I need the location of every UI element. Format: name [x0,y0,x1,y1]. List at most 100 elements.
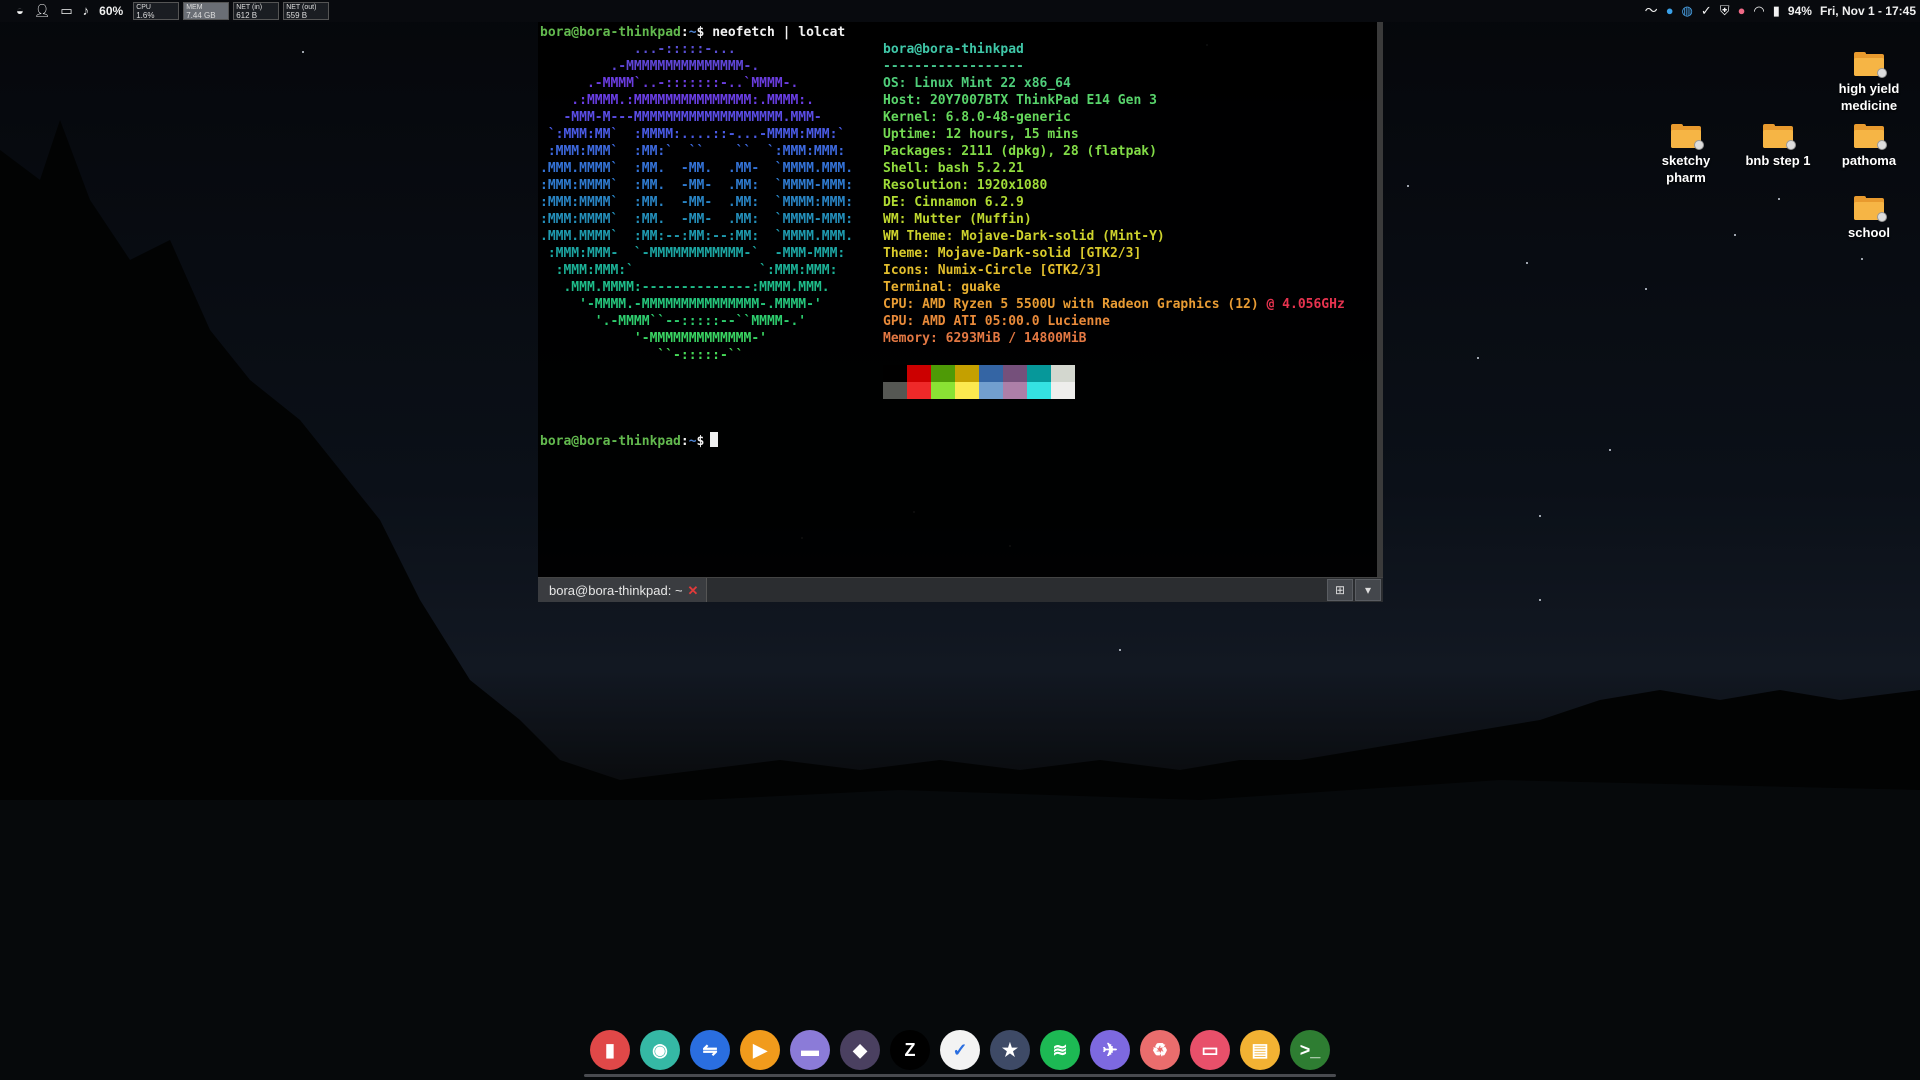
panel-left: ◒ 👤︎ ▭ ♪ 60% CPU 1.6% MEM 7.44 GB NET (in)… [0,0,330,22]
mem-label: MEM [186,4,203,11]
folder-icon [1854,124,1887,150]
ascii-line: :MMM:MMM- `-MMMMMMMMMMMM-` -MMM-MMM: [540,246,846,261]
color-swatch [883,382,907,399]
ascii-line: .:MMMM.:MMMMMMMMMMMMMMM:.MMMM:. [540,93,814,108]
ascii-line: ...-:::::-... [540,42,736,57]
text-cursor [710,432,719,447]
folder-icon [1763,124,1796,150]
guake-terminal[interactable]: bora@bora-thinkpad:~$ neofetch | lolcat … [538,22,1383,602]
folder-label: school [1848,225,1890,240]
wifi-icon[interactable]: ◠ [1753,0,1764,22]
desktop-folder-school[interactable]: school [1826,196,1912,241]
ascii-line: :MMM:MMMM` :MM. -MM- .MM: `MMMM-MMM: [540,178,854,193]
system-monitor[interactable]: CPU 1.6% MEM 7.44 GB NET (in) 612 B NET (ou… [133,2,330,20]
folder-icon [1671,124,1704,150]
color-swatch [979,365,1003,382]
zed-editor-icon[interactable]: Z [890,1030,930,1070]
ascii-line: .MMM.MMMM:--------------:MMMM.MMM. [540,280,830,295]
net-in-label: NET (in) [236,4,263,11]
cpu-value: 1.6% [136,11,155,20]
folder-label: high yield medicine [1838,81,1900,113]
color-swatch [979,382,1003,399]
ascii-line: :MMM:MMMM` :MM. -MM- .MM: `MMMM-MMM: [540,212,854,227]
red-book-app-icon[interactable]: ▮ [590,1030,630,1070]
wave-icon[interactable]: 〜 [1645,0,1658,22]
files-icon[interactable]: ▬ [790,1030,830,1070]
terminal-tab-title: bora@bora-thinkpad: ~ [549,582,683,598]
mint-menu-icon[interactable]: ◒ [16,0,24,22]
info-line: WM Theme: Mojave-Dark-solid (Mint-Y) [883,229,1165,244]
ascii-line: .-MMMM`..-:::::::-..`MMMM-. [540,76,799,91]
info-line: Theme: Mojave-Dark-solid [GTK2/3] [883,246,1142,261]
battery-percent[interactable]: 94% [1788,4,1812,18]
folder-icon [1854,52,1887,78]
terminal-scrollbar[interactable] [1377,22,1383,577]
info-line: Host: 20Y7007BTX ThinkPad E14 Gen 3 [883,93,1157,108]
info-line: bora@bora-thinkpad [883,42,1024,57]
shield-icon[interactable]: ⛨ [1720,0,1730,22]
ascii-line: '.-MMMM``--:::::--``MMMM-.' [540,314,807,329]
info-line: GPU: AMD ATI 05:00.0 Lucienne [883,314,1110,329]
clock[interactable]: Fri, Nov 1 - 17:45 [1820,4,1916,18]
trash-recycle-icon[interactable]: ♻ [1140,1030,1180,1070]
info-line: CPU: AMD Ryzen 5 5500U with Radeon Graph… [883,297,1345,312]
favorites-app-icon[interactable]: ★ [990,1030,1030,1070]
color-swatch [907,382,931,399]
ascii-line: -MMM-M---MMMMMMMMMMMMMMMMMMM.MMM- [540,110,822,125]
prompt-symbol-2: $ [696,434,705,449]
terminal-icon[interactable]: >_ [1290,1030,1330,1070]
battery-icon[interactable]: ▮ [1773,0,1780,22]
dock-indicator-bar [584,1074,1336,1077]
new-tab-button[interactable]: ⊞ [1327,579,1353,601]
location-pin-icon[interactable]: ● [1738,0,1746,22]
volume-percent[interactable]: 60% [99,4,123,18]
prompt-user-2: bora@bora-thinkpad [540,434,681,449]
mem-value: 7.44 GB [186,11,216,20]
paper-plane-icon[interactable]: ✈ [1090,1030,1130,1070]
spotify-icon[interactable]: ≋ [1040,1030,1080,1070]
terminal-tab[interactable]: bora@bora-thinkpad: ~ ✕ [538,578,708,602]
color-swatches [883,365,1075,399]
tasks-app-icon[interactable]: ✓ [940,1030,980,1070]
terminal-tab-buttons: ⊞ ▾ [1327,579,1383,601]
cpu-monitor: CPU 1.6% [133,2,180,20]
checkmark-icon[interactable]: ✓ [1701,0,1712,22]
info-line: WM: Mutter (Muffin) [883,212,1032,227]
color-swatch [1051,365,1075,382]
info-line: Resolution: 1920x1080 [883,178,1048,193]
command-line: bora@bora-thinkpad:~$ neofetch | lolcat [540,24,845,41]
music-note-icon[interactable]: ♪ [83,0,90,22]
memory-monitor: MEM 7.44 GB [183,2,230,20]
color-swatch [1027,382,1051,399]
top-panel: ◒ 👤︎ ▭ ♪ 60% CPU 1.6% MEM 7.44 GB NET (in)… [0,0,1920,22]
system-settings-icon[interactable]: ◉ [640,1030,680,1070]
color-swatch [931,382,955,399]
ascii-line: .MMM.MMMM` :MM:--:MM:--:MM: `MMMM.MMM. [540,229,854,244]
color-swatch [1003,382,1027,399]
prompt-path: ~ [688,25,697,40]
prompt-path-2: ~ [688,434,697,449]
desktop-folder-pathoma[interactable]: pathoma [1826,124,1912,169]
ascii-line: '-MMMMMMMMMMMMM-' [540,331,767,346]
media-player-icon[interactable]: ▶ [740,1030,780,1070]
update-manager-icon[interactable]: ◍ [1682,0,1693,22]
user-icon[interactable]: 👤︎ [34,0,51,22]
desktop-folder-high-yield-medicine[interactable]: high yield medicine [1826,52,1912,114]
network-card-icon[interactable]: ▭ [60,0,72,22]
notes-app-icon[interactable]: ▤ [1240,1030,1280,1070]
info-line: Packages: 2111 (dpkg), 28 (flatpak) [883,144,1157,159]
desktop-folder-sketchy-pharm[interactable]: sketchy pharm [1643,124,1729,186]
bluetooth-icon[interactable]: ● [1666,0,1674,22]
color-swatch [1051,382,1075,399]
tab-menu-button[interactable]: ▾ [1355,579,1381,601]
info-line: Icons: Numix-Circle [GTK2/3] [883,263,1103,278]
close-tab-icon[interactable]: ✕ [688,582,699,599]
ascii-line: :MMM:MMM` :MM:` `` `` `:MMM:MMM: [540,144,846,159]
audio-app-icon[interactable]: ⇋ [690,1030,730,1070]
prompt-separator: : [680,25,689,40]
prompt-user: bora@bora-thinkpad [540,25,681,40]
command-text: neofetch | lolcat [704,25,846,40]
obsidian-icon[interactable]: ◆ [840,1030,880,1070]
slides-app-icon[interactable]: ▭ [1190,1030,1230,1070]
desktop-folder-bnb-step-1[interactable]: bnb step 1 [1735,124,1821,169]
